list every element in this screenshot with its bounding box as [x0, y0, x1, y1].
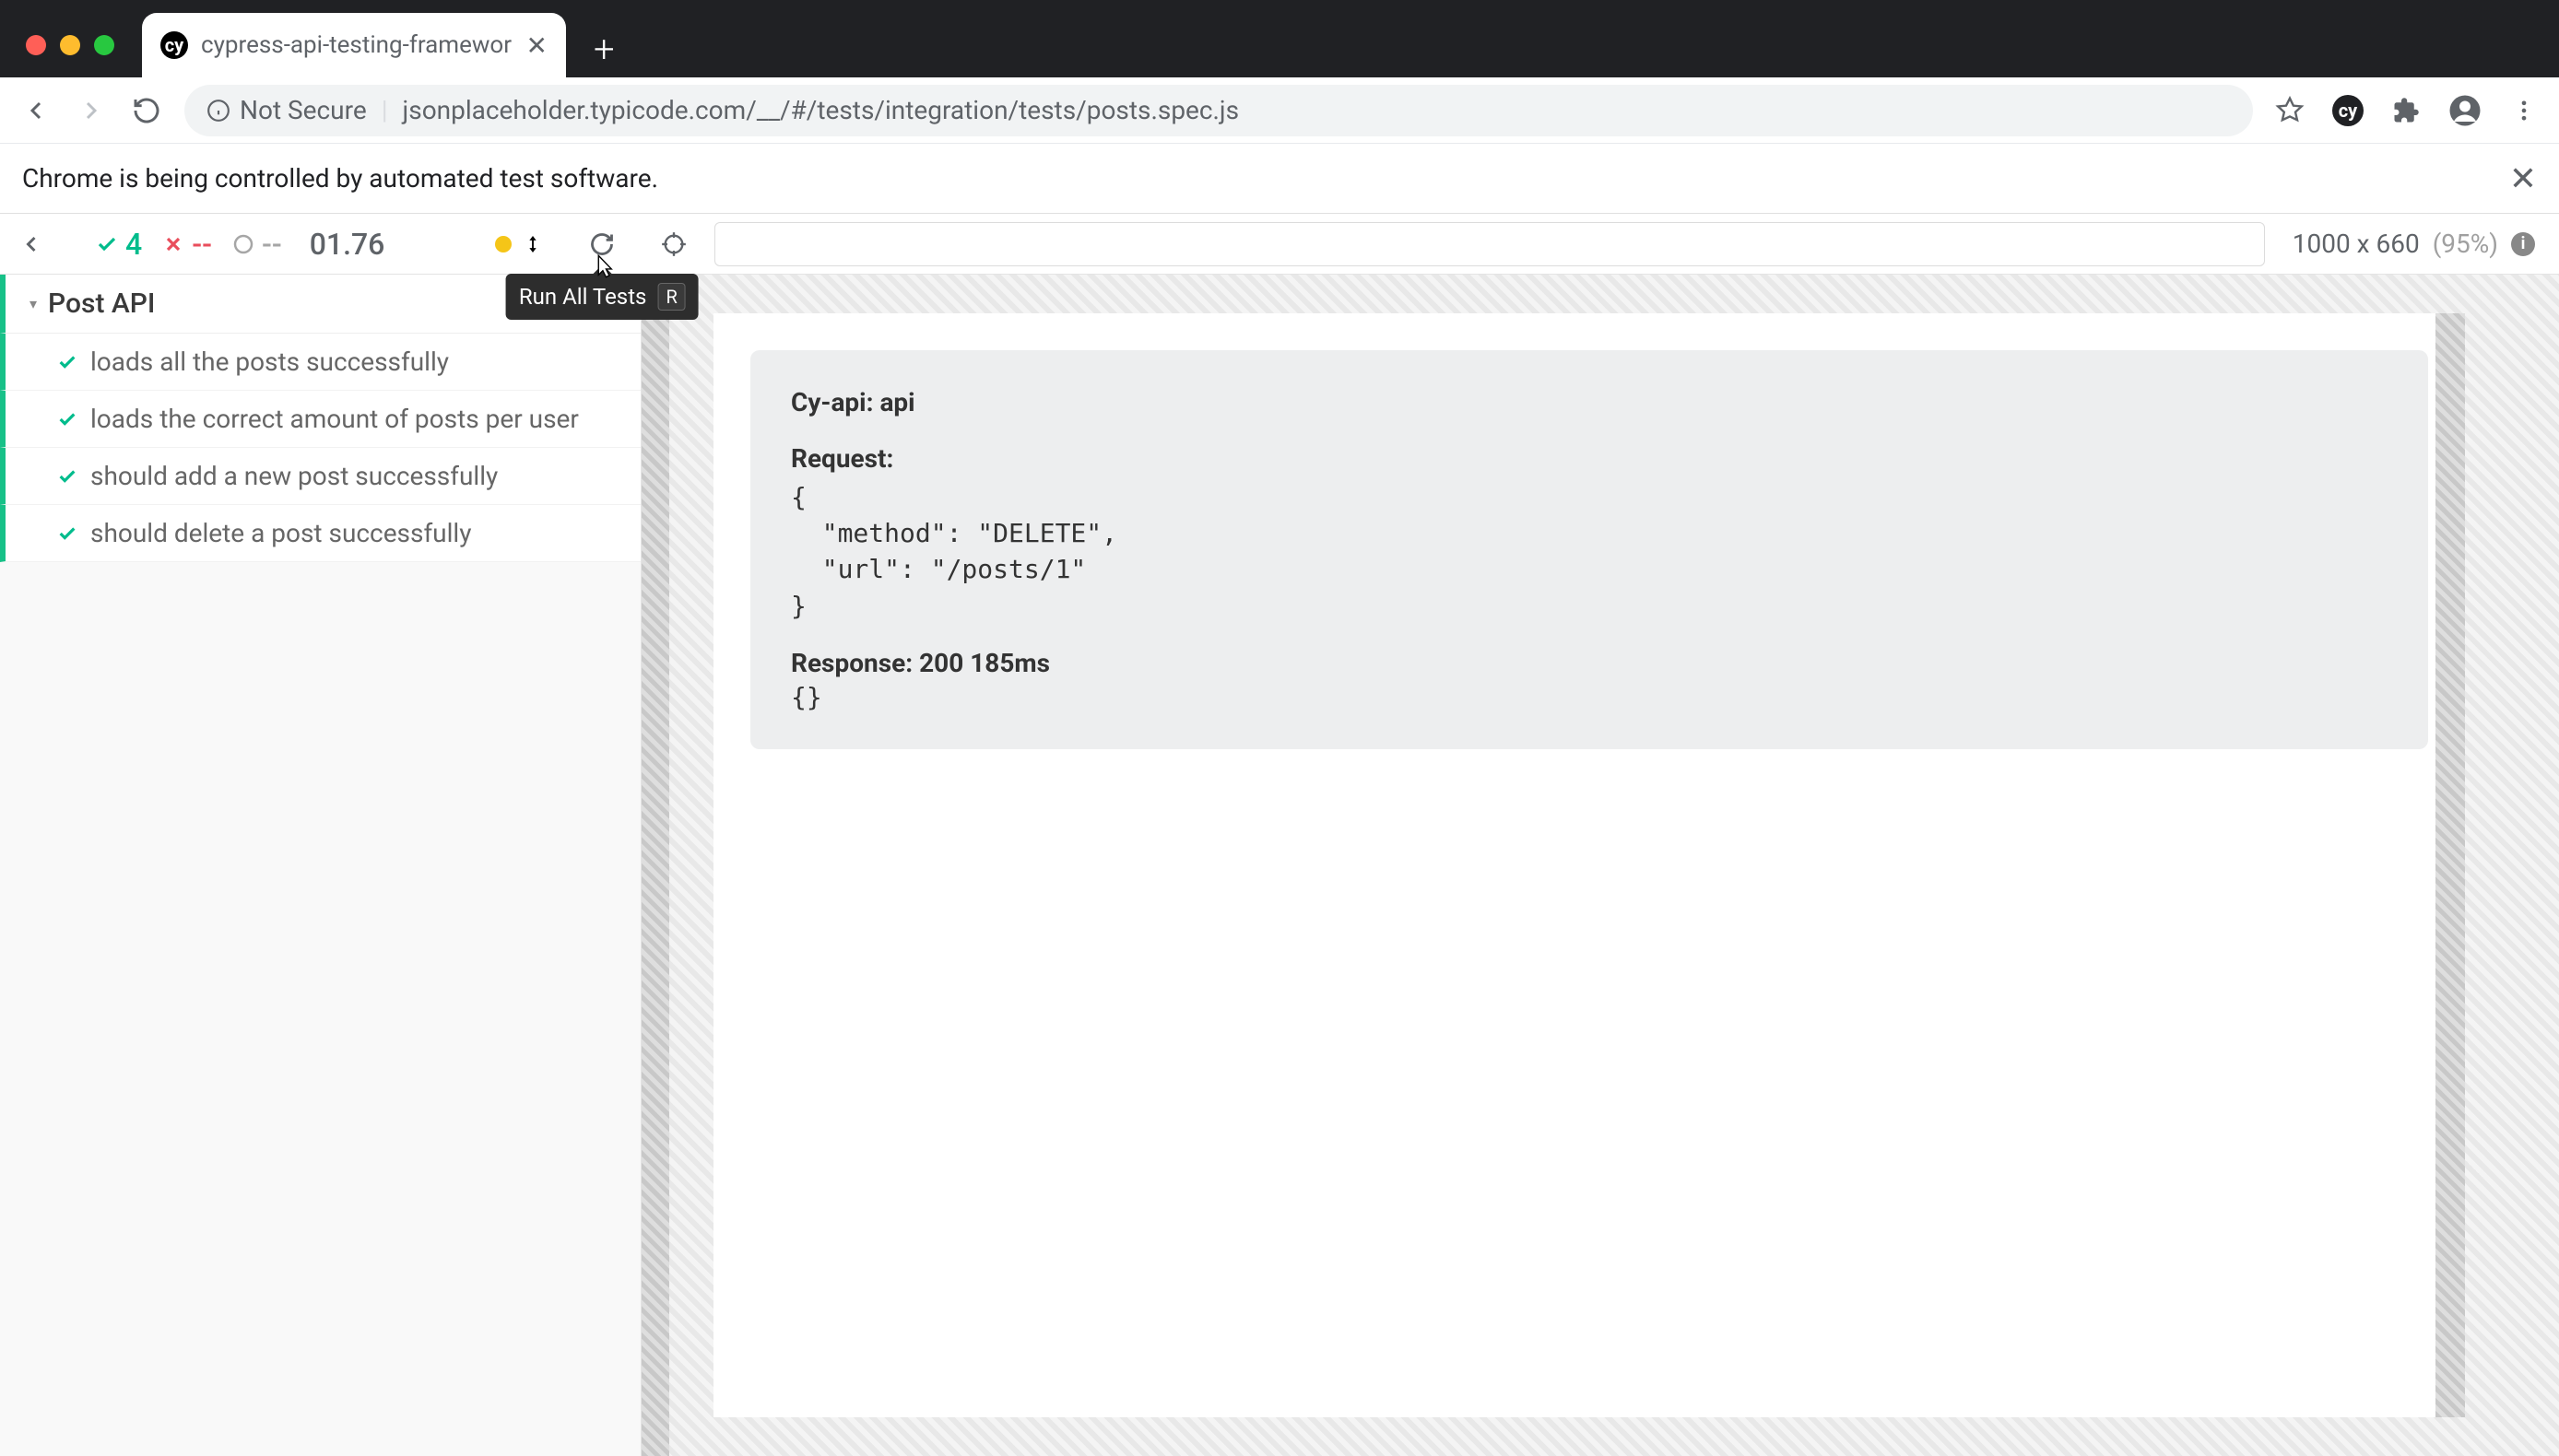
automation-banner: Chrome is being controlled by automated … [0, 144, 2559, 214]
test-row[interactable]: should delete a post successfully [0, 505, 641, 562]
test-stats: 4 -- -- [96, 227, 282, 262]
check-icon [96, 233, 118, 255]
test-title: loads all the posts successfully [90, 346, 449, 377]
check-icon [57, 523, 77, 544]
test-title: should add a new post successfully [90, 461, 498, 491]
pending-count: -- [232, 227, 282, 262]
arrows-vertical-icon [523, 231, 543, 257]
failed-count: -- [162, 227, 212, 262]
suite-title: Post API [48, 288, 155, 320]
check-icon [57, 352, 77, 372]
test-row[interactable]: loads all the posts successfully [0, 334, 641, 391]
profile-avatar-icon[interactable] [2448, 94, 2482, 127]
banner-close-icon[interactable]: ✕ [2509, 159, 2537, 198]
rerun-button[interactable]: Run All Tests R [589, 231, 615, 257]
security-label: Not Secure [240, 95, 367, 125]
cypress-header: 4 -- -- 01.76 Run All Tests R [0, 214, 2559, 275]
tab-favicon: cy [160, 31, 188, 59]
nav-back-button[interactable] [18, 93, 53, 128]
rerun-icon [589, 231, 615, 257]
check-icon [57, 466, 77, 487]
tab-close-icon[interactable]: ✕ [526, 30, 548, 61]
viewport-dims: 1000 x 660 [2293, 229, 2420, 259]
aut-url-input[interactable] [714, 222, 2264, 266]
browser-toolbar: Not Secure | jsonplaceholder.typicode.co… [0, 77, 2559, 144]
response-header: Response: 200 185ms [791, 648, 2388, 678]
security-status[interactable]: Not Secure [206, 95, 367, 125]
status-dot-icon [495, 236, 512, 252]
nav-forward-button[interactable] [74, 93, 109, 128]
response-label: Response: [791, 648, 913, 678]
browser-tab[interactable]: cy cypress-api-testing-framewor ✕ [142, 13, 566, 77]
tooltip: Run All Tests R [506, 274, 699, 320]
extensions-icon[interactable] [2389, 94, 2423, 127]
failed-count-value: -- [192, 227, 212, 262]
caret-down-icon: ▾ [29, 295, 37, 312]
address-bar[interactable]: Not Secure | jsonplaceholder.typicode.co… [184, 85, 2253, 136]
x-icon [162, 233, 184, 255]
nav-reload-button[interactable] [129, 93, 164, 128]
automation-banner-text: Chrome is being controlled by automated … [22, 163, 658, 194]
auto-scroll-toggle[interactable] [495, 231, 543, 257]
info-icon: i [2511, 232, 2535, 256]
api-title: Cy-api: api [791, 387, 2388, 417]
bookmark-star-icon[interactable] [2273, 94, 2306, 127]
test-row[interactable]: loads the correct amount of posts per us… [0, 391, 641, 448]
viewport-scale: (95%) [2433, 229, 2498, 259]
crosshair-icon [661, 231, 687, 257]
tooltip-shortcut: R [657, 283, 685, 311]
tab-title: cypress-api-testing-framewor [201, 31, 513, 59]
command-log-sidebar: ▾ Post API loads all the posts successfu… [0, 275, 642, 1456]
api-panel: Cy-api: api Request: { "method": "DELETE… [750, 350, 2428, 749]
selector-playground-button[interactable] [661, 231, 687, 257]
url-text: jsonplaceholder.typicode.com/__/#/tests/… [403, 95, 1240, 125]
aut-wrapper: Cy-api: api Request: { "method": "DELETE… [642, 275, 2559, 1456]
response-time: 185ms [970, 648, 1050, 678]
runner-main: ▾ Post API loads all the posts successfu… [0, 275, 2559, 1456]
passed-count: 4 [96, 227, 142, 262]
test-title: loads the correct amount of posts per us… [90, 404, 579, 434]
request-body: { "method": "DELETE", "url": "/posts/1" … [791, 479, 2388, 624]
browser-menu-icon[interactable] [2507, 94, 2541, 127]
test-title: should delete a post successfully [90, 518, 471, 548]
viewport-info[interactable]: 1000 x 660 (95%) i [2293, 229, 2535, 259]
cypress-extension-icon[interactable]: cy [2332, 95, 2364, 126]
test-row[interactable]: should add a new post successfully [0, 448, 641, 505]
window-maximize-button[interactable] [94, 35, 114, 55]
duration: 01.76 [310, 227, 385, 262]
passed-count-value: 4 [125, 227, 142, 262]
response-status: 200 [919, 648, 963, 678]
aut-scrollbar[interactable] [2435, 313, 2465, 1417]
browser-tab-strip: cy cypress-api-testing-framewor ✕ + [0, 0, 2559, 77]
toolbar-actions: cy [2273, 94, 2541, 127]
response-body: {} [791, 682, 2388, 712]
window-minimize-button[interactable] [60, 35, 80, 55]
test-list: loads all the posts successfully loads th… [0, 334, 641, 562]
request-label: Request: [791, 443, 2388, 474]
window-controls [0, 0, 114, 55]
pending-count-value: -- [262, 227, 282, 262]
runner-controls: Run All Tests R [495, 231, 687, 257]
separator: | [382, 95, 388, 125]
circle-icon [232, 233, 254, 255]
info-icon [206, 99, 230, 123]
tooltip-text: Run All Tests [519, 284, 647, 310]
reporter-back-button[interactable] [15, 231, 48, 257]
check-icon [57, 409, 77, 429]
window-close-button[interactable] [26, 35, 46, 55]
new-tab-button[interactable]: + [594, 28, 615, 71]
aut-iframe: Cy-api: api Request: { "method": "DELETE… [713, 313, 2465, 1417]
